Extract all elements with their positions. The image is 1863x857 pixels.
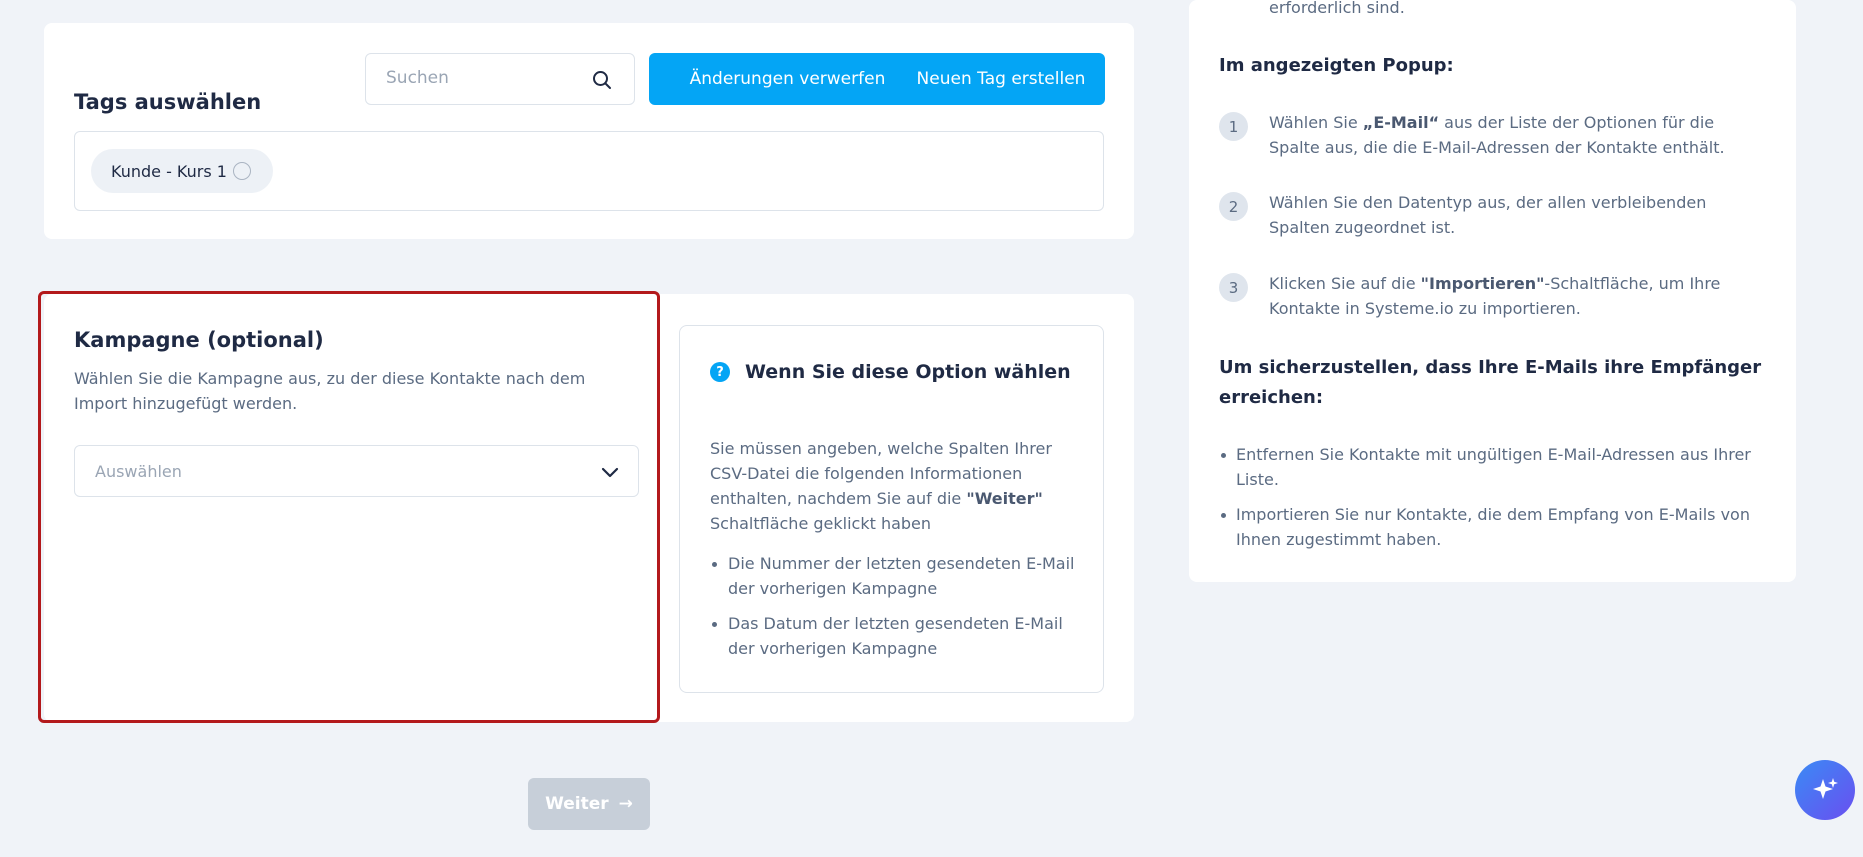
next-button-label: Weiter [545, 794, 609, 814]
tags-title: Tags auswählen [74, 90, 262, 114]
list-item: Das Datum der letzten gesendeten E-Mail … [710, 611, 1080, 661]
tag-chip-label: Kunde - Kurs 1 [111, 161, 227, 181]
info-list: Die Nummer der letzten gesendeten E-Mail… [710, 551, 1080, 671]
tag-search-input[interactable] [386, 68, 586, 88]
tags-card: Tags auswählen Änderungen verwerfen Neue… [44, 23, 1134, 239]
discard-changes-button[interactable]: Änderungen verwerfen [649, 53, 926, 105]
info-box: ? Wenn Sie diese Option wählen Sie müsse… [679, 325, 1104, 693]
step-text: Wählen Sie den Datentyp aus, der allen v… [1269, 193, 1707, 237]
step-text: Wählen Sie „E-Mail“ aus der Liste der Op… [1269, 113, 1725, 157]
tag-search[interactable] [365, 53, 635, 105]
remove-tag-icon[interactable] [232, 162, 251, 180]
sparkles-icon [1813, 778, 1838, 799]
list-item: Importieren Sie nur Kontakte, die dem Em… [1219, 502, 1774, 552]
tag-chip[interactable]: Kunde - Kurs 1 [91, 149, 273, 193]
arrow-right-icon: → [618, 794, 633, 814]
search-icon[interactable] [592, 70, 612, 90]
campaign-select[interactable]: Auswählen [74, 445, 639, 497]
step-number: 2 [1219, 192, 1248, 221]
question-icon: ? [710, 362, 730, 382]
list-item: Entfernen Sie Kontakte mit ungültigen E-… [1219, 442, 1774, 492]
step-number: 1 [1219, 112, 1248, 141]
campaign-title: Kampagne (optional) [74, 328, 324, 352]
create-tag-button[interactable]: Neuen Tag erstellen [897, 53, 1105, 105]
selected-tags-box[interactable]: Kunde - Kurs 1 [74, 131, 1104, 211]
help-top-text: erforderlich sind. [1269, 0, 1405, 17]
list-item: Die Nummer der letzten gesendeten E-Mail… [710, 551, 1080, 601]
help-bullet-list: Entfernen Sie Kontakte mit ungültigen E-… [1219, 442, 1774, 562]
ensure-heading: Um sicherzustellen, dass Ihre E-Mails ih… [1219, 357, 1762, 408]
ai-assistant-button[interactable] [1795, 760, 1855, 820]
info-text: Sie müssen angeben, welche Spalten Ihrer… [710, 439, 1052, 533]
info-title: Wenn Sie diese Option wählen [745, 361, 1071, 383]
campaign-description: Wählen Sie die Kampagne aus, zu der dies… [74, 369, 586, 413]
step-text: Klicken Sie auf die "Importieren"-Schalt… [1269, 274, 1721, 318]
popup-heading: Im angezeigten Popup: [1219, 55, 1454, 76]
next-button[interactable]: Weiter → [528, 778, 650, 830]
chevron-down-icon [601, 467, 619, 478]
campaign-select-placeholder: Auswählen [95, 462, 182, 481]
step-number: 3 [1219, 273, 1248, 302]
